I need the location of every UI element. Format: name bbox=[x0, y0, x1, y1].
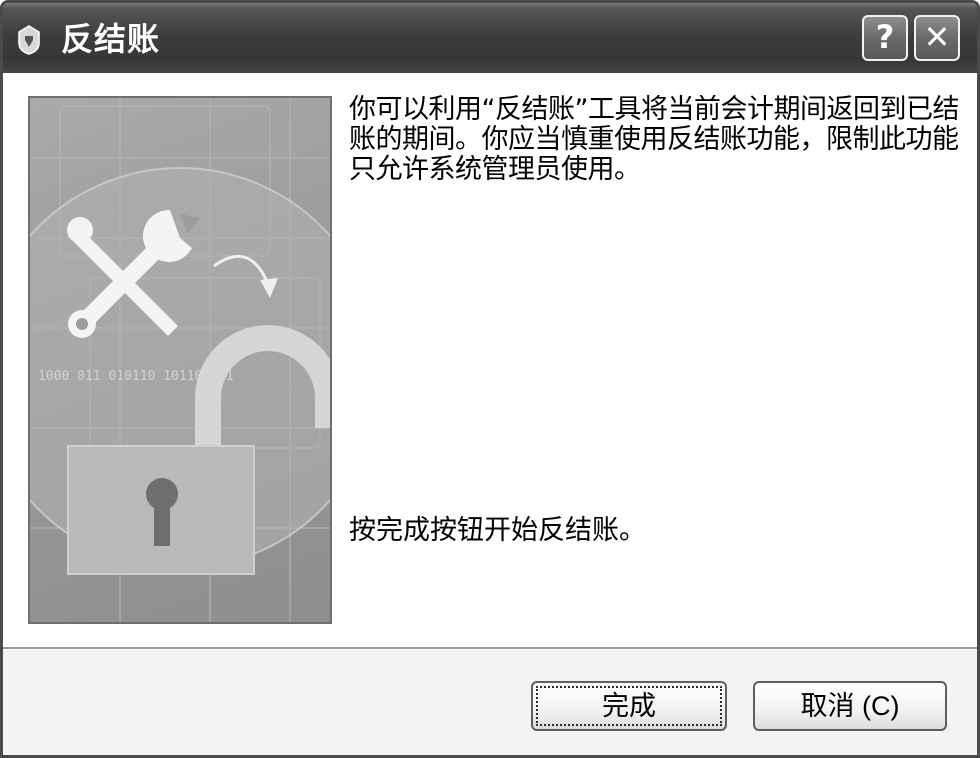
wizard-illustration: 1000 011 010110 10110 101 bbox=[28, 96, 332, 624]
window-title: 反结账 bbox=[61, 20, 161, 58]
button-bar: 完成 取消 (C) bbox=[3, 650, 977, 755]
app-icon bbox=[18, 25, 40, 55]
instruction-text: 按完成按钮开始反结账。 bbox=[349, 515, 646, 546]
dialog-content: 1000 011 010110 10110 101 你可以利用“反结账”工具将当… bbox=[3, 73, 977, 647]
help-button[interactable]: ? bbox=[862, 15, 908, 61]
finish-button[interactable]: 完成 bbox=[531, 681, 727, 731]
close-button[interactable]: ✕ bbox=[914, 15, 960, 61]
description-text: 你可以利用“反结账”工具将当前会计期间返回到已结账的期间。你应当慎重使用反结账功… bbox=[349, 94, 959, 185]
title-bar[interactable]: 反结账 ? ✕ bbox=[3, 3, 977, 73]
cancel-button[interactable]: 取消 (C) bbox=[753, 681, 947, 731]
reverse-closing-dialog: 反结账 ? ✕ 1000 011 010110 10110 101 你可以利用“… bbox=[0, 0, 980, 758]
illustration-graphic: 1000 011 010110 10110 101 bbox=[30, 98, 330, 622]
